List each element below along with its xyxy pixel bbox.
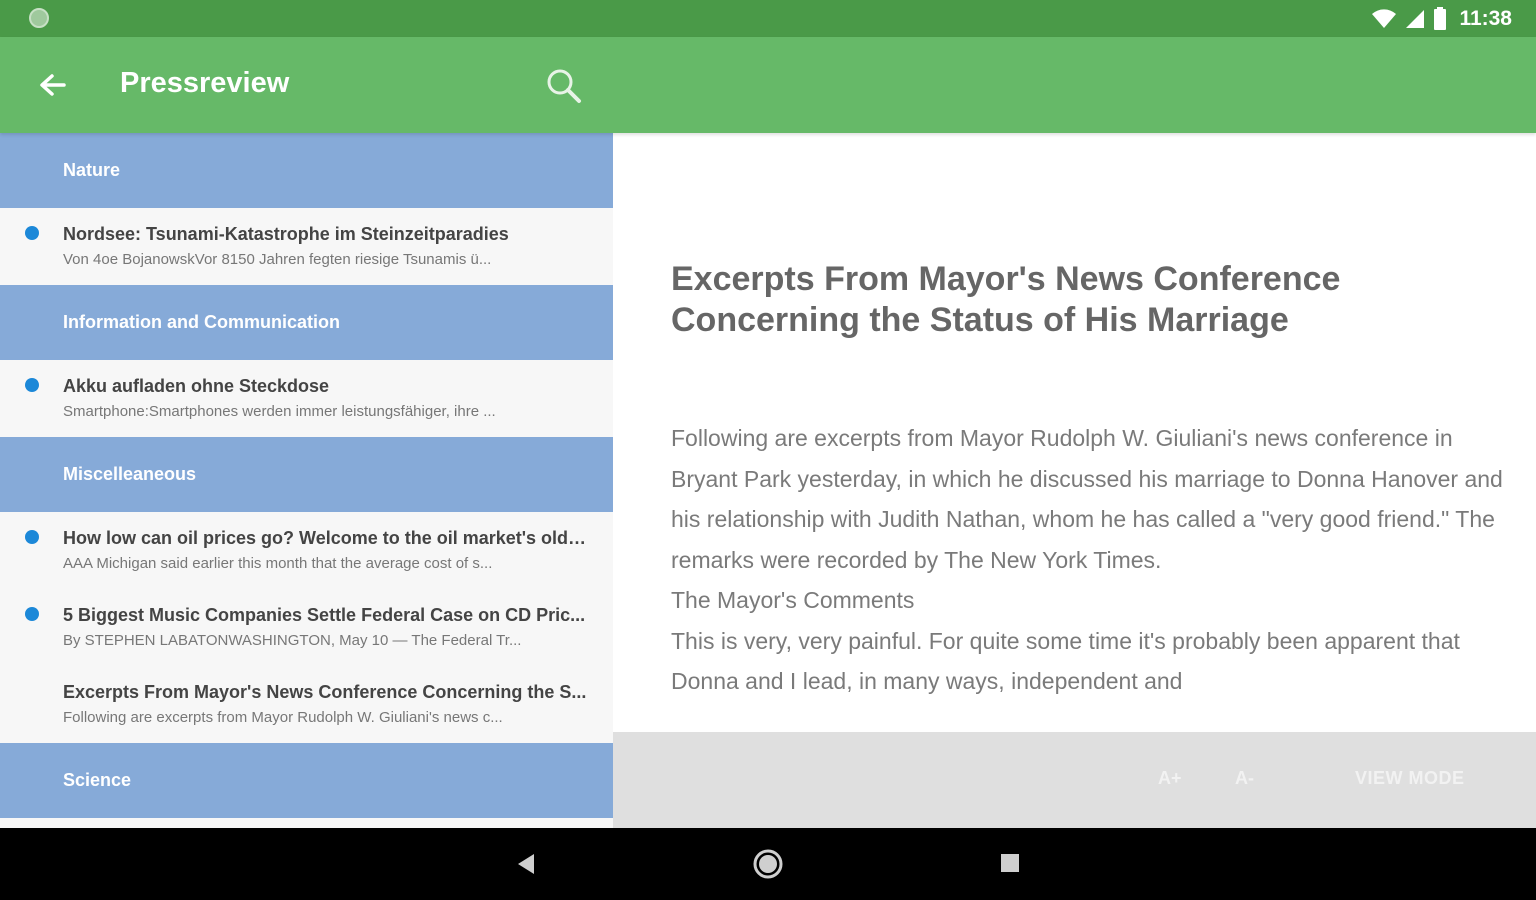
article-snippet: Von 4oe BojanowskVor 8150 Jahren fegten … <box>63 251 492 268</box>
view-mode-button[interactable]: VIEW MODE <box>1355 768 1465 789</box>
list-item[interactable]: How low can oil prices go? Welcome to th… <box>0 512 613 589</box>
article-body: Following are excerpts from Mayor Rudolp… <box>671 418 1511 702</box>
category-header-information[interactable]: Information and Communication <box>0 285 613 360</box>
font-increase-button[interactable]: A+ <box>1158 768 1182 789</box>
article-paragraph: This is very, very painful. For quite so… <box>671 627 1460 695</box>
category-label: Nature <box>63 160 121 180</box>
article-title: Akku aufladen ohne Steckdose <box>63 376 330 396</box>
article-list: Nature Nordsee: Tsunami-Katastrophe im S… <box>0 133 613 828</box>
unread-dot-icon <box>25 607 39 621</box>
list-item[interactable]: 5 Biggest Music Companies Settle Federal… <box>0 589 613 666</box>
article-snippet: Smartphone:Smartphones werden immer leis… <box>63 403 496 420</box>
system-nav-bar <box>0 828 1536 900</box>
signal-icon <box>1406 10 1425 28</box>
article-snippet: By STEPHEN LABATONWASHINGTON, May 10 — T… <box>63 632 522 649</box>
article-title: 5 Biggest Music Companies Settle Federal… <box>63 605 586 625</box>
back-button[interactable] <box>30 64 74 108</box>
circle-home-icon[interactable] <box>752 848 784 880</box>
square-recents-icon[interactable] <box>999 852 1021 874</box>
category-label: Science <box>63 770 132 790</box>
battery-icon <box>1434 7 1447 30</box>
article-snippet: Following are excerpts from Mayor Rudolp… <box>63 709 503 726</box>
unread-dot-icon <box>25 226 39 240</box>
category-label: Information and Communication <box>63 312 340 332</box>
list-item[interactable]: Nordsee: Tsunami-Katastrophe im Steinzei… <box>0 208 613 285</box>
list-item-selected[interactable]: Excerpts From Mayor's News Conference Co… <box>0 666 613 743</box>
article-heading: Excerpts From Mayor's News Conference Co… <box>671 260 1341 339</box>
category-header-science[interactable]: Science <box>0 743 613 818</box>
article-title: Nordsee: Tsunami-Katastrophe im Steinzei… <box>63 224 509 244</box>
wifi-icon <box>1372 9 1397 28</box>
search-button[interactable] <box>541 63 587 109</box>
reader-toolbar: A+ A- VIEW MODE <box>613 732 1536 828</box>
status-icons: 11:38 <box>1371 4 1512 34</box>
notification-dot-icon <box>29 8 49 28</box>
unread-dot-icon <box>25 378 39 392</box>
app-bar: Pressreview <box>0 37 1536 133</box>
app-title: Pressreview <box>120 67 290 99</box>
arrow-left-icon <box>40 74 66 96</box>
article-paragraph: Following are excerpts from Mayor Rudolp… <box>671 425 1503 573</box>
article-snippet: AAA Michigan said earlier this month tha… <box>63 555 493 572</box>
article-subheading: The Mayor's Comments <box>671 587 915 613</box>
list-item[interactable]: Akku aufladen ohne Steckdose Smartphone:… <box>0 360 613 437</box>
triangle-back-icon[interactable] <box>512 850 540 878</box>
font-decrease-button[interactable]: A- <box>1235 768 1254 789</box>
status-time: 11:38 <box>1459 7 1512 30</box>
magnifier-icon <box>547 69 581 103</box>
article-title: How low can oil prices go? Welcome to th… <box>63 528 589 548</box>
category-header-nature[interactable]: Nature <box>0 133 613 208</box>
status-bar: 11:38 <box>0 0 1536 37</box>
category-header-miscelleaneous[interactable]: Miscelleaneous <box>0 437 613 512</box>
reader-pane[interactable]: Excerpts From Mayor's News Conference Co… <box>613 133 1536 828</box>
category-label: Miscelleaneous <box>63 464 197 484</box>
unread-dot-icon <box>25 530 39 544</box>
article-title: Excerpts From Mayor's News Conference Co… <box>63 682 587 702</box>
